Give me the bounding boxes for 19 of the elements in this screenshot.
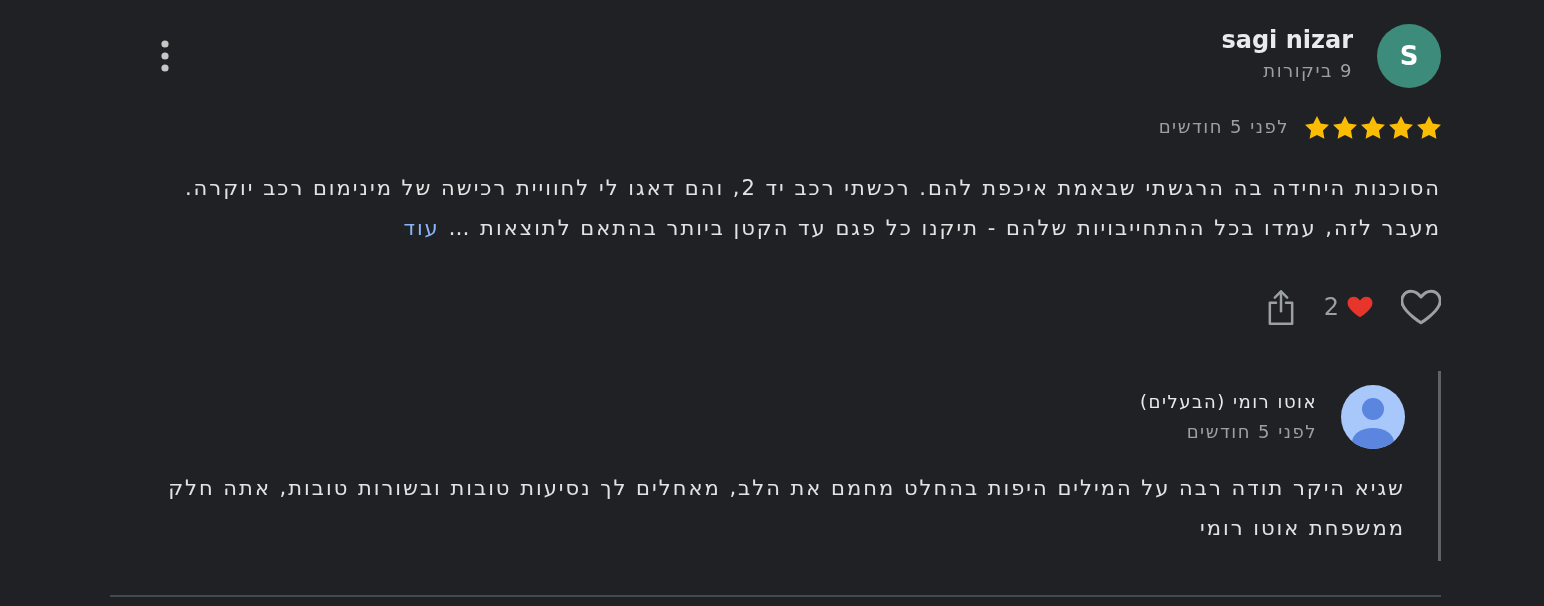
heart-outline-icon[interactable]	[1401, 289, 1441, 325]
star-icon	[1417, 115, 1441, 139]
reaction-count: 2	[1323, 292, 1339, 322]
avatar[interactable]: S	[1377, 24, 1441, 88]
star-icon	[1305, 115, 1329, 139]
heart-icon	[1347, 295, 1373, 319]
review-text: הסוכנות היחידה בה הרגשתי שבאמת איכפת להם. רכשתי רכב יד 2, והם דאגו לי לחוויית רכישה של מינימום רכב יוקרה. מעבר לזה, עמדו בכל ההתחייבויות שלהם - תיקנו כל פגם עד הקטן ביותר בהתאם לתוצאות … עוד	[183, 175, 1441, 242]
review-date: לפני 5 חודשים	[1158, 115, 1289, 139]
owner-name: אוטו רומי (הבעלים)	[1140, 390, 1317, 414]
person-avatar-icon	[1341, 385, 1405, 449]
star-icon	[1333, 115, 1357, 139]
star-icon	[1389, 115, 1413, 139]
more-vert-icon	[161, 40, 169, 72]
reply-text: שגיא היקר תודה רבה על המילים היפות בהחלט מחמם את הלב, מאחלים לך נסיעות טובות ובשורות טובות, אתה חלק ממשפחת אוטו רומי	[167, 475, 1405, 542]
more-link[interactable]: עוד	[403, 216, 440, 240]
star-icon	[1361, 115, 1385, 139]
review-count: 9 ביקורות	[1262, 59, 1353, 83]
reply-date: לפני 5 חודשים	[1185, 420, 1317, 444]
reviewer-name[interactable]: sagi nizar	[1221, 25, 1353, 55]
